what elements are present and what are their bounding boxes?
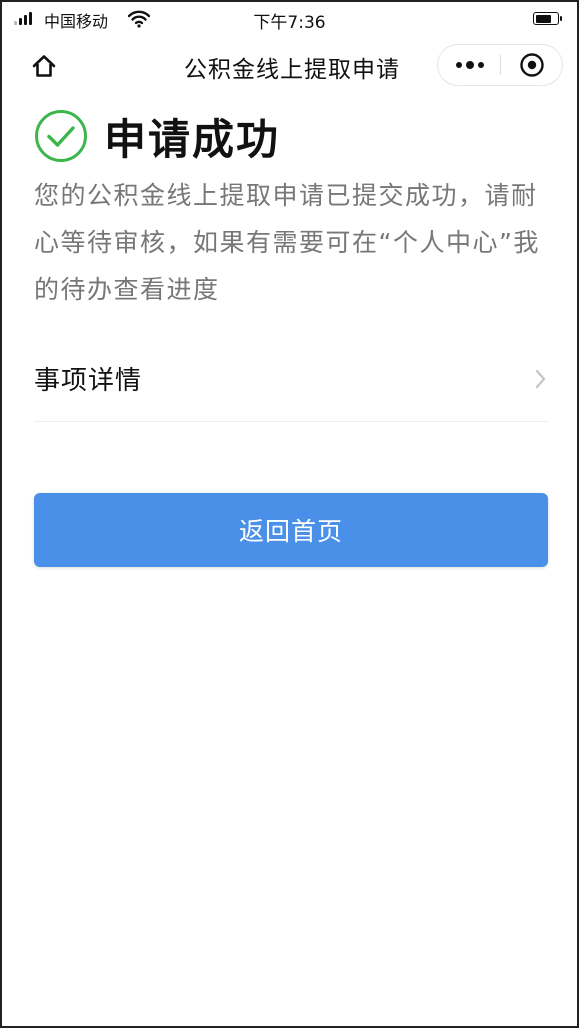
result-description: 您的公积金线上提取申请已提交成功，请耐心等待审核，如果有需要可在“个人中心”我的… — [34, 181, 540, 304]
more-button[interactable] — [438, 45, 501, 85]
result-title: 申请成功 — [104, 114, 281, 164]
home-button[interactable] — [22, 44, 66, 88]
status-time: 下午7:36 — [253, 13, 326, 33]
detail-label: 事项详情 — [34, 366, 143, 396]
home-icon — [32, 55, 56, 77]
result-header: 申请成功 — [34, 106, 280, 166]
more-dots-icon — [455, 62, 462, 68]
nav-bar: 公积金线上提取申请 — [2, 36, 577, 94]
back-home-button[interactable]: 返回首页 — [34, 493, 548, 567]
status-bar: 中国移动 下午7:36 — [2, 2, 577, 36]
mini-program-capsule — [437, 44, 563, 86]
battery-icon — [533, 12, 562, 25]
detail-row[interactable]: 事项详情 — [34, 342, 549, 422]
battery-level — [535, 14, 551, 23]
page-title: 公积金线上提取申请 — [184, 57, 400, 83]
app-screen: 中国移动 下午7:36 公积金线上提取申请 申请成功 您的公积金线上提取申请已提… — [0, 0, 579, 1028]
check-circle-icon — [35, 110, 87, 162]
close-button[interactable] — [501, 45, 563, 85]
chevron-right-icon — [535, 369, 546, 389]
target-close-icon — [520, 53, 544, 77]
